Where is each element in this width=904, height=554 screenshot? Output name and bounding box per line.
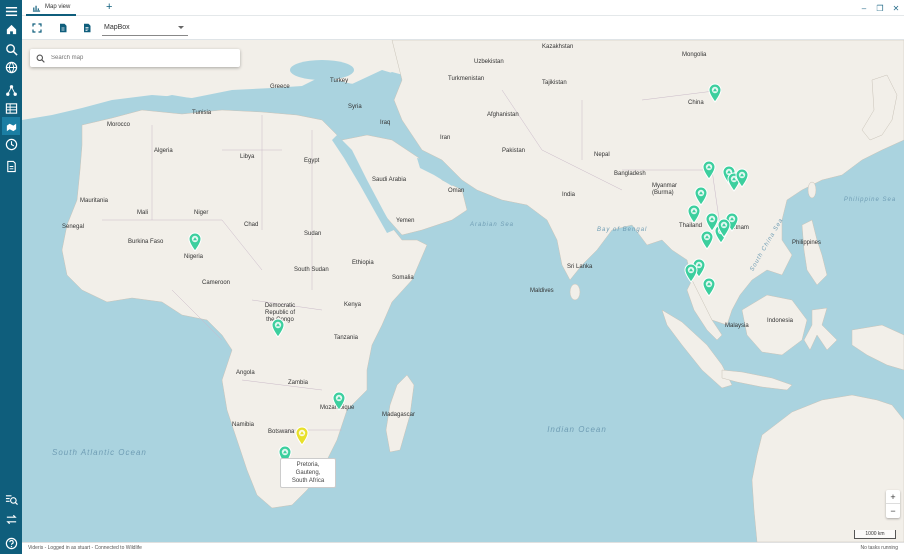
map-marker-sea9[interactable] bbox=[700, 230, 714, 250]
map-provider-select[interactable]: MapBox bbox=[102, 19, 188, 36]
chart-icon bbox=[32, 5, 41, 12]
close-button[interactable]: ✕ bbox=[888, 0, 904, 16]
title-bar: Map view + – ❐ ✕ bbox=[22, 0, 904, 16]
map-pin-icon bbox=[708, 83, 722, 103]
report-document-icon[interactable] bbox=[80, 21, 94, 35]
app-window: Map view + – ❐ ✕ MapBox South Atlantic O… bbox=[0, 0, 904, 554]
map-pin-icon bbox=[694, 186, 708, 206]
map-marker-sea10[interactable] bbox=[717, 218, 731, 238]
map-canvas[interactable]: South Atlantic Ocean Indian Ocean Arabia… bbox=[22, 40, 904, 542]
tooltip-line: Gauteng, bbox=[295, 470, 321, 476]
marker-tooltip: Pretoria, Gauteng, South Africa bbox=[280, 458, 336, 488]
map-provider-value: MapBox bbox=[104, 24, 130, 31]
clock-icon[interactable] bbox=[2, 135, 20, 153]
network-icon[interactable] bbox=[2, 81, 20, 99]
sidebar bbox=[0, 0, 22, 554]
home-icon[interactable] bbox=[2, 20, 20, 38]
globe-icon[interactable] bbox=[2, 58, 20, 76]
status-bar: Videris - Logged in as stuart - Connecte… bbox=[22, 542, 904, 554]
search-input[interactable] bbox=[51, 55, 231, 61]
table-icon[interactable] bbox=[2, 99, 20, 117]
map-marker-sea1[interactable] bbox=[702, 160, 716, 180]
map-marker-china[interactable] bbox=[708, 83, 722, 103]
map-marker-sea4[interactable] bbox=[694, 186, 708, 206]
search-list-icon[interactable] bbox=[2, 490, 20, 508]
map-pin-icon bbox=[702, 277, 716, 297]
map-marker-mozambique[interactable] bbox=[332, 391, 346, 411]
window-controls: – ❐ ✕ bbox=[856, 0, 904, 16]
export-document-icon[interactable] bbox=[56, 21, 70, 35]
ocean-label: Bay of Bengal bbox=[597, 227, 648, 233]
map-marker-sea13[interactable] bbox=[684, 263, 698, 283]
tab-map-view[interactable]: Map view bbox=[26, 0, 77, 16]
map-pin-icon bbox=[295, 426, 309, 446]
map-marker-drc[interactable] bbox=[271, 318, 285, 338]
map-pin-icon bbox=[332, 391, 346, 411]
map-pin-icon bbox=[717, 218, 731, 238]
search-icon bbox=[36, 54, 45, 63]
map-marker-sea5[interactable] bbox=[687, 204, 701, 224]
menu-icon[interactable] bbox=[2, 2, 20, 20]
tab-label: Map view bbox=[45, 4, 71, 10]
zoom-in-button[interactable]: + bbox=[886, 490, 900, 504]
minimize-button[interactable]: – bbox=[856, 0, 872, 16]
document-edit-icon[interactable] bbox=[2, 157, 20, 175]
help-icon[interactable] bbox=[2, 534, 20, 552]
map-marker-sea14[interactable] bbox=[735, 168, 749, 188]
chevron-down-icon bbox=[178, 26, 184, 29]
scale-bar: 1000 km bbox=[854, 530, 896, 539]
tooltip-line: Pretoria, bbox=[296, 462, 320, 468]
ocean-label: Philippine Sea bbox=[843, 197, 897, 203]
search-icon[interactable] bbox=[2, 40, 20, 58]
map-pin-icon bbox=[271, 318, 285, 338]
map-marker-sea12[interactable] bbox=[702, 277, 716, 297]
fullscreen-icon[interactable] bbox=[30, 21, 44, 35]
map-marker-nigeria[interactable] bbox=[188, 232, 202, 252]
map-pin-icon bbox=[702, 160, 716, 180]
ocean-label: Indian Ocean bbox=[547, 425, 607, 434]
ocean-label: South Atlantic Ocean bbox=[52, 448, 147, 457]
add-tab-button[interactable]: + bbox=[106, 1, 112, 14]
map-basemap bbox=[22, 40, 904, 542]
map-pin-icon bbox=[188, 232, 202, 252]
map-pin-icon bbox=[700, 230, 714, 250]
map-marker-pretoria[interactable] bbox=[295, 426, 309, 446]
zoom-out-button[interactable]: − bbox=[886, 504, 900, 518]
map-search bbox=[30, 49, 240, 67]
status-right: No tasks running bbox=[860, 545, 898, 551]
zoom-control: + − bbox=[886, 490, 900, 518]
swap-icon[interactable] bbox=[2, 510, 20, 528]
ocean-label: Arabian Sea bbox=[470, 222, 515, 228]
map-view-icon[interactable] bbox=[2, 117, 20, 135]
map-pin-icon bbox=[684, 263, 698, 283]
toolbar: MapBox bbox=[22, 16, 904, 40]
map-pin-icon bbox=[735, 168, 749, 188]
map-pin-icon bbox=[687, 204, 701, 224]
status-left: Videris - Logged in as stuart - Connecte… bbox=[28, 545, 142, 551]
restore-button[interactable]: ❐ bbox=[872, 0, 888, 16]
tooltip-line: South Africa bbox=[291, 478, 325, 484]
